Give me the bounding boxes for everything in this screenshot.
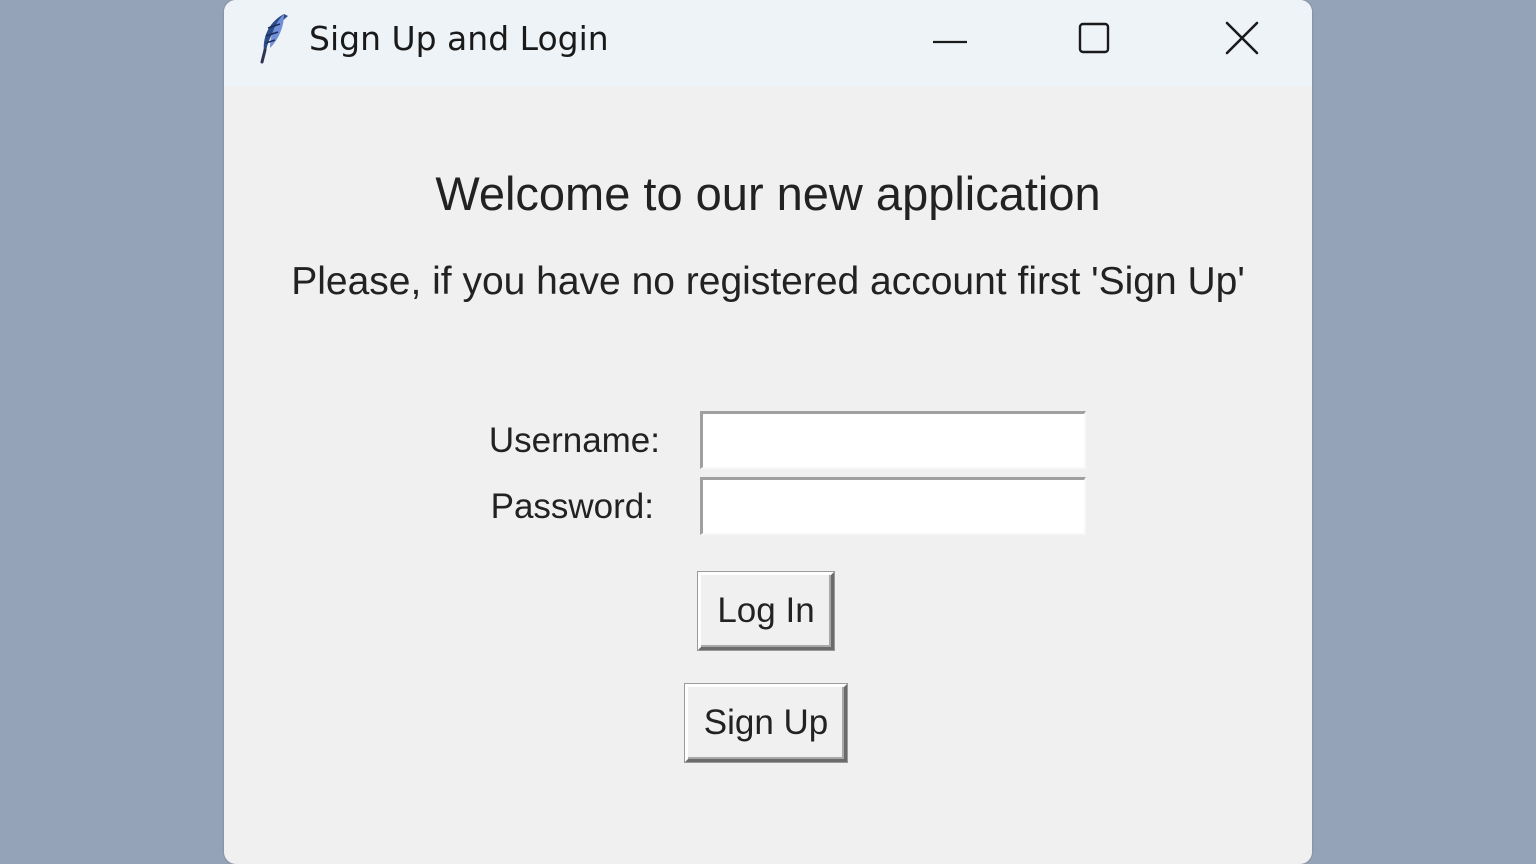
minimize-button[interactable] <box>880 0 1020 80</box>
username-label: Username: <box>488 421 660 460</box>
desktop-background: Sign Up and Login Welcome to our new app… <box>0 0 1536 864</box>
password-input[interactable] <box>700 477 1086 535</box>
signup-button[interactable]: Sign Up <box>685 684 847 762</box>
minimize-icon <box>933 31 967 49</box>
feather-icon <box>254 12 294 64</box>
window-title: Sign Up and Login <box>309 19 609 58</box>
welcome-heading: Welcome to our new application <box>435 167 1101 220</box>
signup-hint: Please, if you have no registered accoun… <box>291 260 1245 303</box>
maximize-button[interactable] <box>1024 0 1164 80</box>
title-bar[interactable]: Sign Up and Login <box>224 0 1312 86</box>
username-input[interactable] <box>700 411 1086 469</box>
login-button[interactable]: Log In <box>698 572 834 650</box>
password-label: Password: <box>490 487 654 526</box>
maximize-icon <box>1078 22 1110 59</box>
app-window: Sign Up and Login Welcome to our new app… <box>224 0 1312 864</box>
login-panel: Welcome to our new application Please, i… <box>224 86 1312 864</box>
close-button[interactable] <box>1172 0 1312 80</box>
close-icon <box>1225 21 1259 60</box>
